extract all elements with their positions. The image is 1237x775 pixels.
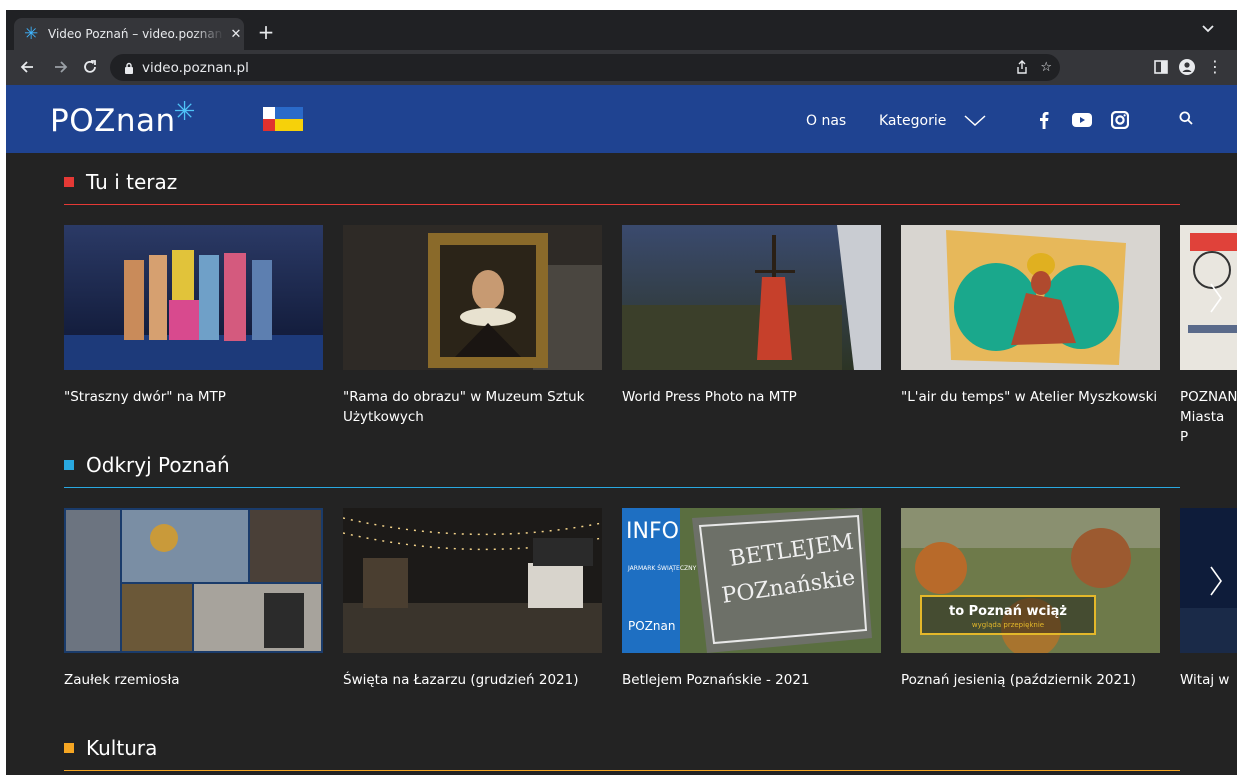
video-title[interactable]: Poznań jesienią (październik 2021): [901, 670, 1165, 690]
video-thumbnail-opera[interactable]: [64, 225, 323, 370]
tab-strip: ✳ Video Poznań – video.poznan.pl ✕ +: [6, 10, 1237, 50]
poland-ukraine-flag-icon: [263, 107, 303, 131]
browser-tab-active[interactable]: ✳ Video Poznań – video.poznan.pl ✕: [14, 18, 244, 50]
video-title[interactable]: Witaj w: [1180, 670, 1237, 690]
section-divider: [64, 487, 1180, 488]
autumn-overlay-line-1: to Poznań wciąż: [949, 604, 1067, 619]
tab-title: Video Poznań – video.poznan.pl: [48, 27, 224, 41]
section-title[interactable]: Odkryj Poznań: [86, 451, 230, 479]
url-text: video.poznan.pl: [142, 59, 249, 76]
carousel-next-arrow-icon[interactable]: [1201, 561, 1231, 601]
section-title[interactable]: Tu i teraz: [86, 168, 177, 196]
instagram-icon[interactable]: [1110, 110, 1130, 130]
video-thumbnail-press-photo[interactable]: [622, 225, 881, 370]
logo-text: POZnan: [50, 103, 176, 139]
poznan-logo[interactable]: POZnan ✳: [50, 97, 196, 141]
poznan-small-logo-text: POZnan: [628, 619, 675, 633]
video-thumbnail-painting[interactable]: [343, 225, 602, 370]
tab-search-chevron-icon[interactable]: [1202, 22, 1214, 37]
section-marker: [64, 460, 74, 470]
back-arrow-icon[interactable]: [16, 55, 38, 79]
video-title[interactable]: POZNAN Miasta P: [1180, 387, 1237, 447]
video-title[interactable]: Zaułek rzemiosła: [64, 670, 328, 690]
forward-arrow-icon[interactable]: [50, 55, 72, 79]
autumn-overlay-line-2: wygląda przepięknie: [972, 621, 1044, 629]
info-sign-text: INFO: [626, 519, 679, 544]
youtube-icon[interactable]: [1072, 110, 1092, 130]
video-title[interactable]: World Press Photo na MTP: [622, 387, 886, 407]
browser-window: ✳ Video Poznań – video.poznan.pl ✕ + vid…: [6, 10, 1237, 775]
close-tab-icon[interactable]: ✕: [228, 27, 244, 42]
share-icon[interactable]: [1016, 57, 1028, 81]
new-tab-button[interactable]: +: [256, 20, 276, 44]
section-divider: [64, 204, 1180, 205]
video-title[interactable]: Święta na Łazarzu (grudzień 2021): [343, 670, 607, 690]
section-marker: [64, 743, 74, 753]
lock-icon[interactable]: [122, 62, 136, 74]
nav-categories-link[interactable]: Kategorie: [879, 112, 946, 130]
nav-about-link[interactable]: O nas: [806, 112, 846, 130]
section-marker: [64, 177, 74, 187]
bookmark-star-icon[interactable]: ☆: [1040, 57, 1052, 81]
poznan-favicon-icon: ✳: [24, 23, 39, 44]
carousel-next-arrow-icon[interactable]: [1201, 278, 1231, 318]
address-bar[interactable]: video.poznan.pl ☆: [110, 54, 1060, 81]
section-divider: [64, 770, 1180, 771]
video-title[interactable]: "Straszny dwór" na MTP: [64, 387, 328, 407]
reload-icon[interactable]: [79, 55, 101, 79]
video-thumbnail-christmas-market[interactable]: [343, 508, 602, 653]
chevron-down-icon[interactable]: [964, 115, 986, 127]
facebook-icon[interactable]: [1034, 110, 1054, 130]
browser-menu-icon[interactable]: ⋮: [1204, 55, 1226, 79]
video-title[interactable]: "L'air du temps" w Atelier Myszkowski: [901, 387, 1165, 407]
browser-toolbar: video.poznan.pl ☆ ⋮: [6, 50, 1237, 85]
site-header: POZnan ✳ O nas Kategorie: [6, 85, 1237, 153]
search-icon[interactable]: [1179, 111, 1193, 125]
section-title[interactable]: Kultura: [86, 734, 157, 762]
video-thumbnail-autumn[interactable]: to Poznań wciąż wygląda przepięknie: [901, 508, 1160, 653]
video-thumbnail-betlejem[interactable]: INFO JARMARK ŚWIĄTECZNY W CENTRUM I NA Ł…: [622, 508, 881, 653]
logo-star-icon: ✳: [173, 97, 196, 127]
video-thumbnail-craft[interactable]: [64, 508, 323, 653]
video-title[interactable]: Betlejem Poznańskie - 2021: [622, 670, 886, 690]
profile-avatar-icon[interactable]: [1176, 55, 1198, 79]
video-thumbnail-atelier[interactable]: [901, 225, 1160, 370]
side-panel-icon[interactable]: [1150, 55, 1172, 79]
video-title[interactable]: "Rama do obrazu" w Muzeum Sztuk Użytkowy…: [343, 387, 607, 427]
